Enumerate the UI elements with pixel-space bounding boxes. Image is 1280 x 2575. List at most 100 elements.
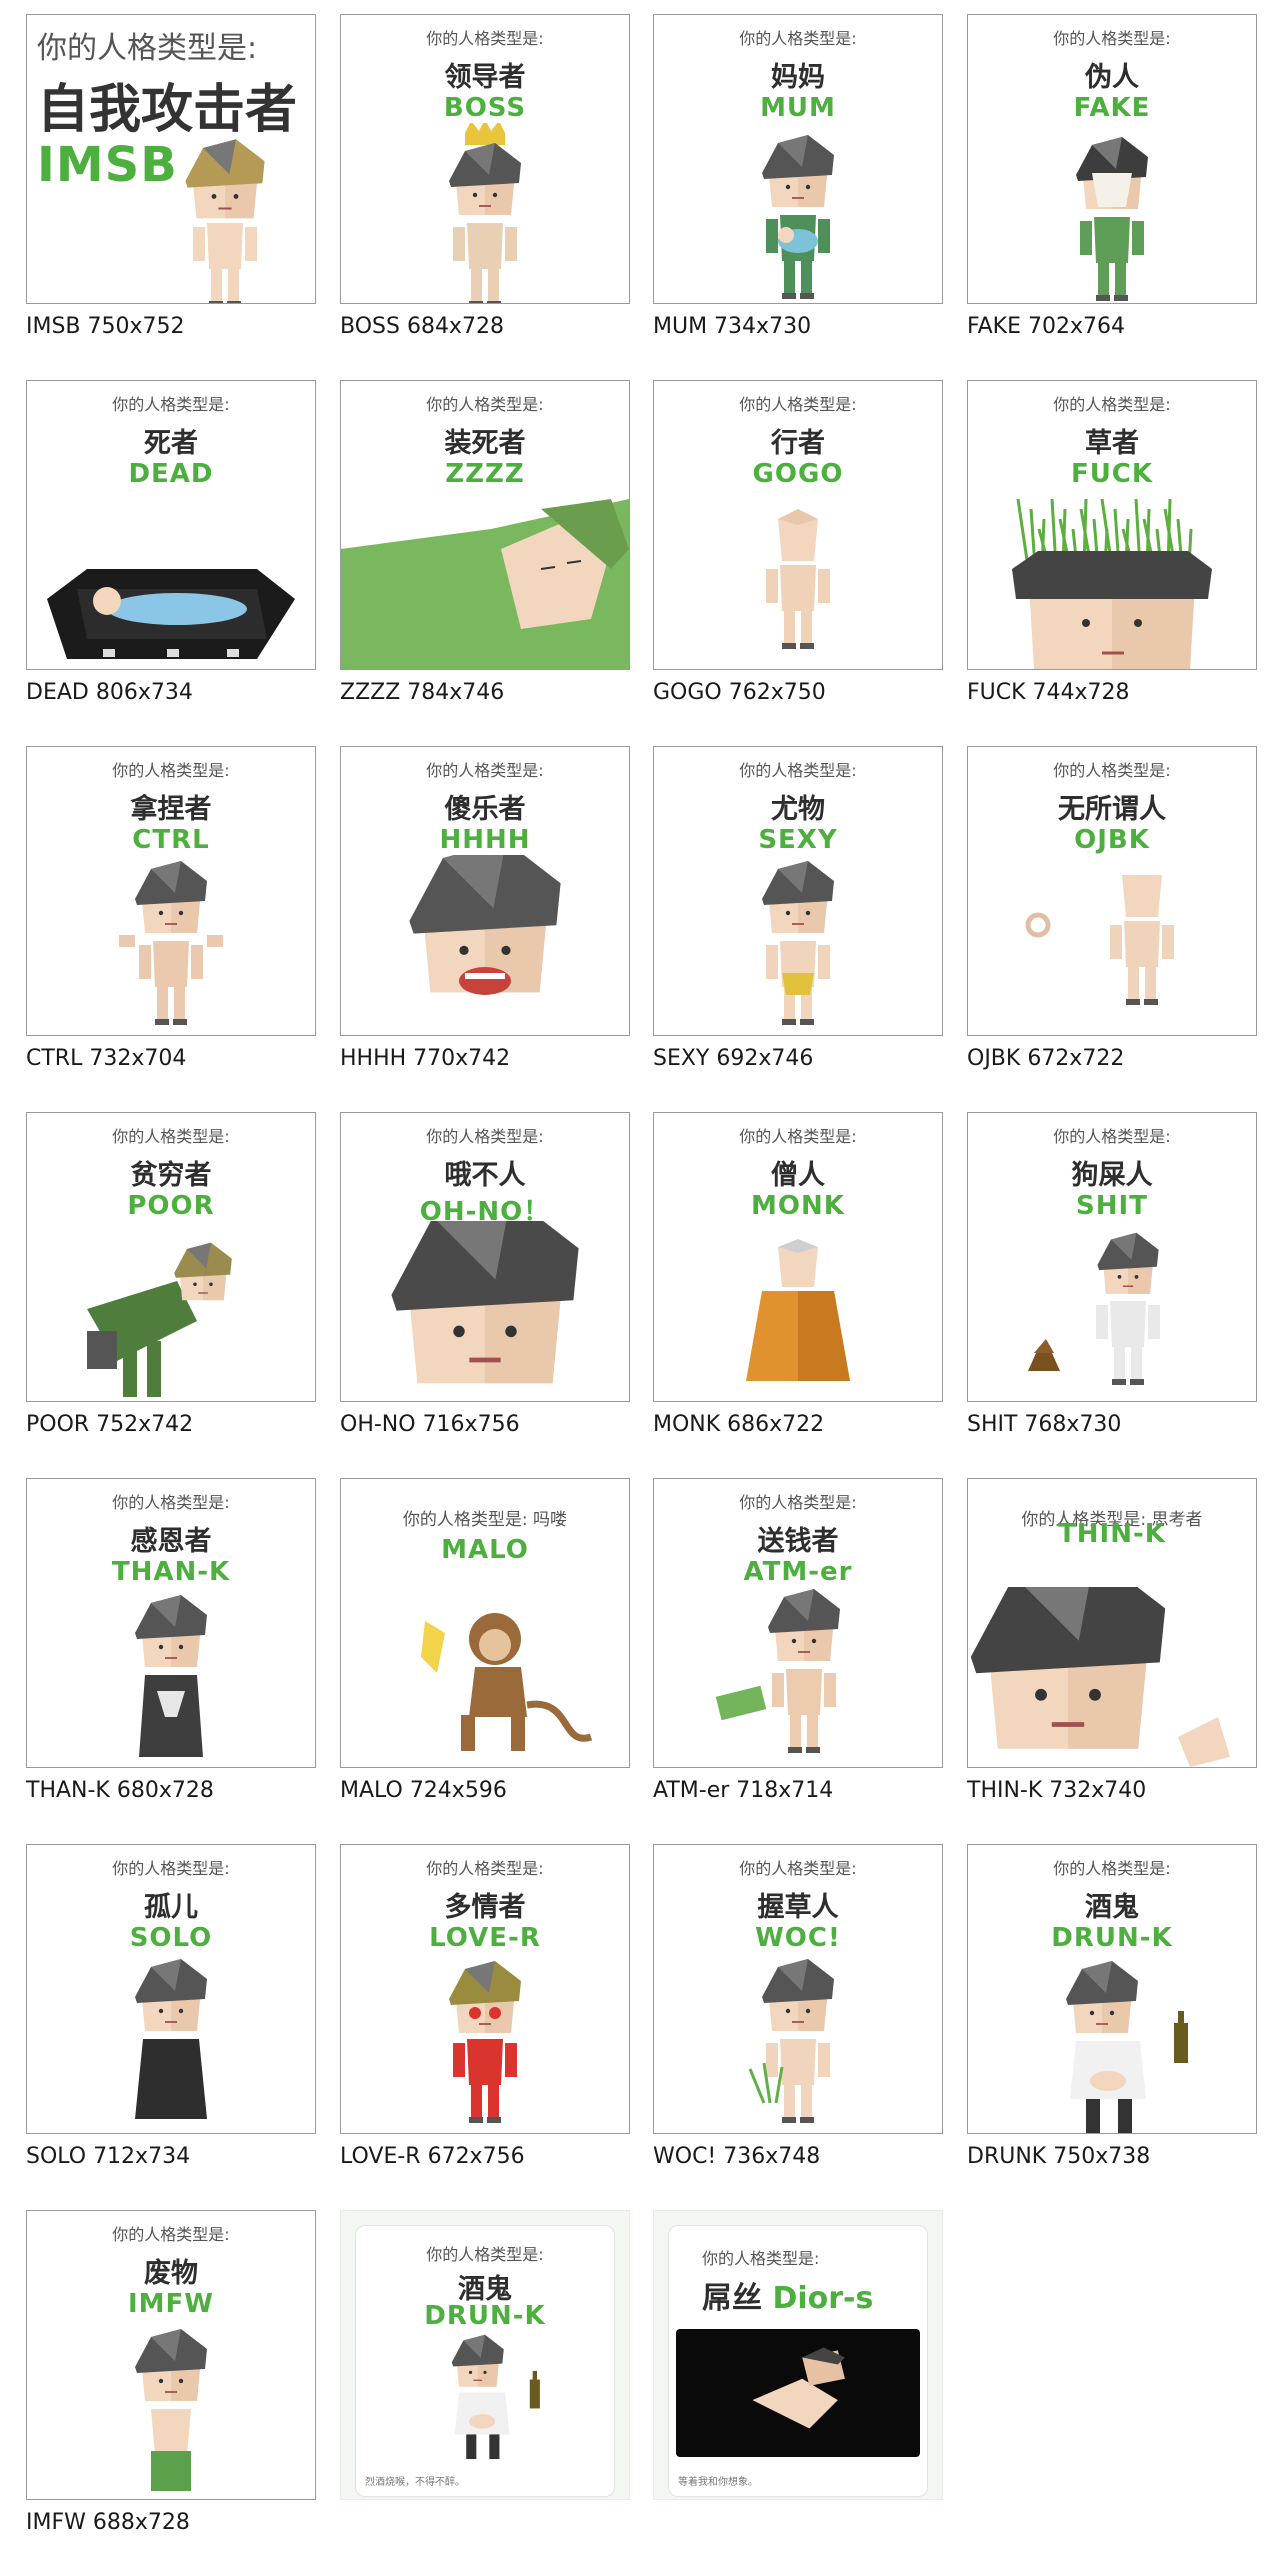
card-frame: 你的人格类型是: 尤物 SEXY xyxy=(653,746,943,1036)
card-prompt: 你的人格类型是: xyxy=(702,2249,820,2268)
card-prompt: 你的人格类型是: xyxy=(426,2245,544,2264)
card-name: 尤物 xyxy=(771,794,825,825)
masked-green-character-icon xyxy=(1076,137,1148,301)
personality-card: 你的人格类型是: 感恩者 THAN-K THAN-K 680x728 xyxy=(26,1478,316,1843)
card-name: 哦不人 xyxy=(444,1160,526,1191)
card-prompt: 你的人格类型是: xyxy=(426,761,544,780)
ok-gesture-character-icon xyxy=(1025,875,1174,1005)
card-name: 拿捏者 xyxy=(130,794,212,825)
card-prompt: 你的人格类型是: xyxy=(739,1127,857,1146)
card-frame: 你的人格类型是: 行者 GOGO xyxy=(653,380,943,670)
card-frame: 你的人格类型是: 无所谓人 OJBK xyxy=(967,746,1257,1036)
personality-card: 你的人格类型是: 送钱者 ATM-er ATM-er 718x714 xyxy=(653,1478,943,1843)
card-name: 傻乐者 xyxy=(444,794,526,825)
card-code: IMFW xyxy=(128,2289,214,2319)
personality-card: 你的人格类型是: 妈妈 MUM MUM 734x730 xyxy=(653,14,943,379)
personality-card: 你的人格类型是: 狗屎人 SHIT SHIT 768x730 xyxy=(967,1112,1257,1477)
card-name: 孤儿 xyxy=(144,1892,198,1923)
card-prompt: 你的人格类型是: xyxy=(739,1493,857,1512)
laughing-character-icon xyxy=(409,855,561,995)
card-name: 领导者 xyxy=(444,62,526,93)
card-caption: BOSS 684x728 xyxy=(340,314,504,339)
card-code: MUM xyxy=(760,93,836,123)
card-code: DEAD xyxy=(128,459,214,489)
card-code: POOR xyxy=(127,1191,215,1221)
card-name: 酒鬼 xyxy=(1085,1892,1139,1923)
drunk-character-with-bottle-icon xyxy=(451,2334,540,2459)
card-caption: IMFW 688x728 xyxy=(26,2510,190,2535)
personality-card: 你的人格类型是: 伪人 FAKE FAKE 702x764 xyxy=(967,14,1257,379)
personality-card: 你的人格类型是: 僧人 MONK MONK 686x722 xyxy=(653,1112,943,1477)
card-frame: 你的人格类型是: 送钱者 ATM-er xyxy=(653,1478,943,1768)
card-frame: 你的人格类型是: 傻乐者 HHHH xyxy=(340,746,630,1036)
character-holding-money-icon xyxy=(715,1589,840,1753)
crowned-character-icon xyxy=(449,123,521,303)
card-prompt: 你的人格类型是: xyxy=(739,29,857,48)
card-caption: SEXY 692x746 xyxy=(653,1046,814,1071)
card-name: 僧人 xyxy=(771,1160,825,1191)
drunk-character-with-bottle-icon xyxy=(1066,1961,1188,2133)
grass-haired-head-icon xyxy=(1012,498,1212,669)
card-frame: 你的人格类型是: 酒鬼 DRUN-K xyxy=(967,1844,1257,2134)
card-frame: 你的人格类型是: 感恩者 THAN-K xyxy=(26,1478,316,1768)
card-code: ZZZZ xyxy=(445,459,525,489)
card-caption: POOR 752x742 xyxy=(26,1412,194,1437)
card-code: MONK xyxy=(751,1191,845,1221)
card-frame: 你的人格类型是: 贫穷者 POOR xyxy=(26,1112,316,1402)
card-caption: SHIT 768x730 xyxy=(967,1412,1122,1437)
card-name: 感恩者 xyxy=(130,1526,212,1557)
personality-card: 你的人格类型是: 酒鬼 DRUN-K DRUNK 750x738 xyxy=(967,1844,1257,2209)
card-caption: ZZZZ 784x746 xyxy=(340,680,505,705)
card-name: 贫穷者 xyxy=(130,1160,212,1191)
card-caption: OH-NO 716x756 xyxy=(340,1412,520,1437)
reclining-character-on-dark-icon xyxy=(752,2347,845,2429)
hands-up-character-icon xyxy=(119,861,223,1025)
card-prompt: 你的人格类型是: 吗喽 xyxy=(402,1510,568,1530)
card-caption: DRUNK 750x738 xyxy=(967,2144,1151,2169)
card-prompt: 你的人格类型是: xyxy=(1053,761,1171,780)
card-caption: MONK 686x722 xyxy=(653,1412,825,1437)
card-frame: 你的人格类型是: 孤儿 SOLO xyxy=(26,1844,316,2134)
card-frame: 你的人格类型是: 握草人 WOC! xyxy=(653,1844,943,2134)
personality-card: 你的人格类型是: 死者 DEAD DEAD 806x734 xyxy=(26,380,316,745)
card-prompt: 你的人格类型是: xyxy=(1053,29,1171,48)
card-caption: IMSB 750x752 xyxy=(26,314,185,339)
meditating-monk-icon xyxy=(746,1239,850,1381)
card-frame: 你的人格类型是: 屌丝 Dior-s 等着我和你想象。 xyxy=(653,2210,943,2500)
card-prompt: 你的人格类型是: xyxy=(739,1859,857,1878)
card-frame: 你的人格类型是: 思考者 THIN-K xyxy=(967,1478,1257,1768)
heart-eyed-character-icon xyxy=(449,1961,521,2123)
personality-card: 你的人格类型是: 行者 GOGO GOGO 762x750 xyxy=(653,380,943,745)
card-code: DRUN-K xyxy=(1051,1923,1173,1953)
card-frame: 你的人格类型是: 草者 FUCK xyxy=(967,380,1257,670)
card-caption: HHHH 770x742 xyxy=(340,1046,511,1071)
card-name: 狗屎人 xyxy=(1071,1160,1153,1191)
card-prompt: 你的人格类型是: xyxy=(1053,395,1171,414)
personality-card: 你的人格类型是: 草者 FUCK FUCK 744x728 xyxy=(967,380,1257,745)
card-caption: MALO 724x596 xyxy=(340,1778,507,1803)
card-prompt: 你的人格类型是: xyxy=(739,761,857,780)
card-footnote: 烈酒烧喉，不得不醉。 xyxy=(365,2477,465,2488)
card-prompt: 你的人格类型是: xyxy=(426,29,544,48)
blond-curly-haired-character-icon xyxy=(185,139,265,303)
card-name: 屌丝 xyxy=(702,2281,762,2316)
card-frame: 你的人格类型是: 装死者 ZZZZ xyxy=(340,380,630,670)
card-name: 多情者 xyxy=(444,1892,526,1923)
card-code: HHHH xyxy=(439,825,531,855)
posing-character-icon xyxy=(762,861,834,1025)
character-holding-grass-icon xyxy=(748,1959,834,2123)
card-code: FAKE xyxy=(1073,93,1151,123)
card-caption: OJBK 672x722 xyxy=(967,1046,1125,1071)
card-code: CTRL xyxy=(132,825,210,855)
card-code: LOVE-R xyxy=(429,1923,541,1953)
card-name: 草者 xyxy=(1085,428,1139,459)
card-prompt: 你的人格类型是: xyxy=(1053,1859,1171,1878)
card-prompt: 你的人格类型是: xyxy=(112,1493,230,1512)
card-frame: 你的人格类型是: 吗喽 MALO xyxy=(340,1478,630,1768)
card-caption: SOLO 712x734 xyxy=(26,2144,191,2169)
card-frame: 你的人格类型是: 狗屎人 SHIT xyxy=(967,1112,1257,1402)
card-code: DRUN-K xyxy=(424,2301,546,2331)
card-frame: 你的人格类型是: 领导者 BOSS xyxy=(340,14,630,304)
personality-card: 你的人格类型是: 废物 IMFW IMFW 688x728 xyxy=(26,2210,316,2575)
card-footnote: 等着我和你想象。 xyxy=(678,2477,758,2488)
